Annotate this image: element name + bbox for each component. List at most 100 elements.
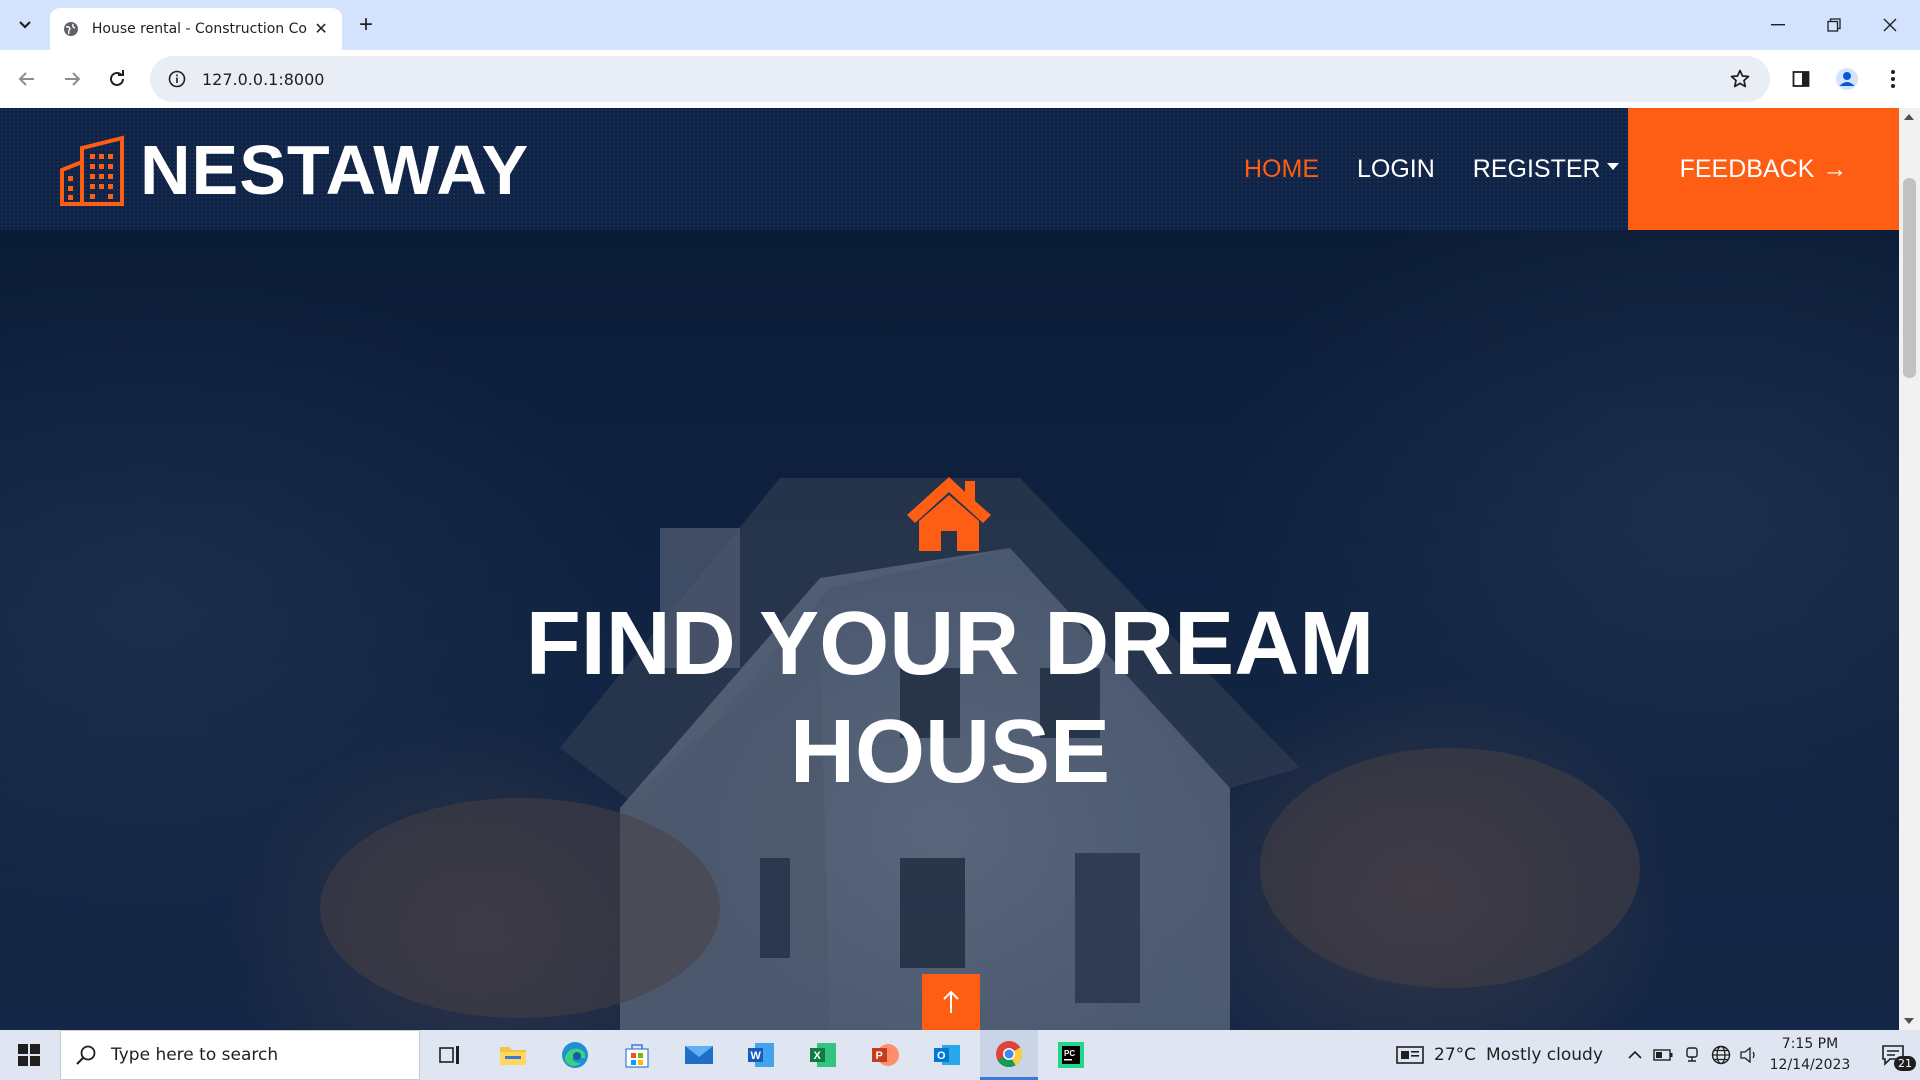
nav-register-label: REGISTER bbox=[1472, 154, 1601, 183]
search-icon bbox=[76, 1045, 96, 1065]
hero-title-line-1: FIND YOUR DREAM bbox=[525, 594, 1375, 694]
brand-logo-link[interactable]: NESTAWAY bbox=[58, 130, 529, 210]
restore-button[interactable] bbox=[1806, 0, 1862, 50]
minimize-icon bbox=[1771, 24, 1785, 26]
hero-overlay bbox=[0, 108, 1899, 1030]
svg-text:X: X bbox=[814, 1050, 822, 1062]
windows-taskbar: Type here to search W X P O PC 27°C Most… bbox=[0, 1030, 1920, 1080]
profile-avatar-icon bbox=[1836, 68, 1858, 90]
forward-button[interactable] bbox=[55, 62, 89, 96]
meet-now-icon[interactable] bbox=[1678, 1046, 1706, 1064]
nav-home-link[interactable]: HOME bbox=[1244, 155, 1319, 184]
chrome-app[interactable] bbox=[980, 1030, 1038, 1080]
tab-search-button[interactable] bbox=[10, 10, 40, 40]
site-info-icon[interactable] bbox=[164, 66, 190, 92]
new-tab-button[interactable]: + bbox=[350, 9, 382, 41]
reload-button[interactable] bbox=[100, 62, 134, 96]
page-scrollbar[interactable] bbox=[1899, 108, 1920, 1030]
clock-time: 7:15 PM bbox=[1781, 1036, 1839, 1052]
svg-text:PC: PC bbox=[1064, 1049, 1075, 1058]
task-view-button[interactable] bbox=[421, 1030, 479, 1080]
weather-widget[interactable]: 27°C Mostly cloudy bbox=[1396, 1030, 1603, 1080]
side-panel-button[interactable] bbox=[1784, 62, 1818, 96]
pycharm-icon: PC bbox=[1058, 1042, 1084, 1068]
edge-browser-icon bbox=[562, 1042, 588, 1068]
word-app[interactable]: W bbox=[732, 1030, 790, 1080]
reload-icon bbox=[110, 70, 124, 86]
chrome-icon bbox=[996, 1040, 1023, 1067]
arrow-right-icon: → bbox=[1822, 154, 1848, 183]
network-globe-icon[interactable] bbox=[1706, 1045, 1736, 1065]
search-placeholder: Type here to search bbox=[111, 1045, 279, 1065]
powerpoint-icon: P bbox=[872, 1044, 899, 1066]
back-button[interactable] bbox=[10, 62, 44, 96]
nav-login-link[interactable]: LOGIN bbox=[1357, 155, 1435, 184]
tab-title: House rental - Construction Co bbox=[91, 21, 307, 37]
microsoft-store-app[interactable] bbox=[608, 1030, 666, 1080]
clock-date: 12/14/2023 bbox=[1769, 1057, 1851, 1073]
globe-icon bbox=[62, 20, 80, 38]
scroll-down-arrow[interactable] bbox=[1904, 1018, 1914, 1024]
volume-icon[interactable] bbox=[1736, 1047, 1762, 1063]
browser-tab-active[interactable]: House rental - Construction Co ✕ bbox=[50, 8, 342, 50]
weather-condition-text: Mostly cloudy bbox=[1486, 1045, 1603, 1065]
profile-button[interactable] bbox=[1830, 62, 1864, 96]
home-icon bbox=[907, 477, 991, 551]
outlook-app[interactable]: O bbox=[918, 1030, 976, 1080]
chevron-up-icon[interactable] bbox=[1622, 1051, 1648, 1059]
mail-app[interactable] bbox=[670, 1030, 728, 1080]
word-icon: W bbox=[748, 1043, 774, 1067]
arrow-right-icon bbox=[65, 72, 81, 86]
scroll-up-arrow[interactable] bbox=[1904, 114, 1914, 120]
hero-title: FIND YOUR DREAM HOUSE bbox=[450, 590, 1450, 806]
address-bar[interactable]: 127.0.0.1:8000 bbox=[150, 56, 1770, 102]
pycharm-app[interactable]: PC bbox=[1042, 1030, 1100, 1080]
task-view-icon bbox=[439, 1046, 459, 1064]
taskbar-clock[interactable]: 7:15 PM 12/14/2023 bbox=[1760, 1034, 1860, 1076]
notification-center-button[interactable]: 21 bbox=[1866, 1030, 1920, 1080]
arrow-left-icon bbox=[18, 72, 34, 86]
feedback-label: FEEDBACK bbox=[1679, 154, 1815, 183]
start-button[interactable] bbox=[0, 1030, 58, 1080]
edge-app[interactable] bbox=[546, 1030, 604, 1080]
chevron-down-icon bbox=[19, 21, 31, 29]
store-bag-icon bbox=[625, 1044, 649, 1068]
main-nav: HOME LOGIN REGISTER bbox=[1244, 108, 1657, 230]
folder-icon bbox=[500, 1047, 526, 1065]
svg-text:O: O bbox=[937, 1050, 946, 1062]
feedback-button[interactable]: FEEDBACK → bbox=[1628, 108, 1899, 230]
system-tray bbox=[1622, 1030, 1762, 1080]
scroll-thumb[interactable] bbox=[1903, 178, 1916, 378]
nav-register-dropdown[interactable]: REGISTER bbox=[1473, 155, 1619, 184]
battery-icon[interactable] bbox=[1648, 1049, 1678, 1061]
taskbar-search-box[interactable]: Type here to search bbox=[60, 1030, 420, 1080]
browser-toolbar: 127.0.0.1:8000 bbox=[0, 50, 1920, 108]
page-viewport: NESTAWAY HOME LOGIN REGISTER FEEDBACK → … bbox=[0, 108, 1899, 1030]
close-window-button[interactable] bbox=[1862, 0, 1918, 50]
browser-menu-button[interactable] bbox=[1876, 62, 1910, 96]
minimize-button[interactable] bbox=[1750, 0, 1806, 50]
svg-text:P: P bbox=[876, 1050, 883, 1062]
weather-news-icon bbox=[1396, 1046, 1424, 1064]
temperature-text: 27°C bbox=[1434, 1045, 1477, 1065]
file-explorer-app[interactable] bbox=[484, 1030, 542, 1080]
excel-app[interactable]: X bbox=[794, 1030, 852, 1080]
tab-close-icon[interactable]: ✕ bbox=[310, 18, 332, 40]
bookmark-star-icon[interactable] bbox=[1728, 67, 1752, 91]
caret-down-icon bbox=[1606, 163, 1619, 171]
site-header: NESTAWAY HOME LOGIN REGISTER FEEDBACK → bbox=[0, 108, 1899, 230]
hero-title-line-2: HOUSE bbox=[789, 702, 1111, 802]
kebab-menu-icon bbox=[1891, 70, 1895, 88]
notification-count-badge: 21 bbox=[1894, 1056, 1916, 1071]
excel-icon: X bbox=[810, 1043, 836, 1067]
side-panel-icon bbox=[1792, 71, 1810, 87]
building-logo-icon bbox=[60, 135, 124, 206]
close-icon bbox=[1883, 18, 1897, 32]
back-to-top-button[interactable] bbox=[922, 974, 980, 1030]
mail-envelope-icon bbox=[685, 1046, 713, 1064]
svg-text:W: W bbox=[751, 1050, 762, 1062]
windows-logo-icon bbox=[18, 1044, 40, 1066]
browser-tabstrip: House rental - Construction Co ✕ + bbox=[0, 0, 1920, 50]
powerpoint-app[interactable]: P bbox=[856, 1030, 914, 1080]
arrow-up-icon bbox=[943, 990, 959, 1013]
